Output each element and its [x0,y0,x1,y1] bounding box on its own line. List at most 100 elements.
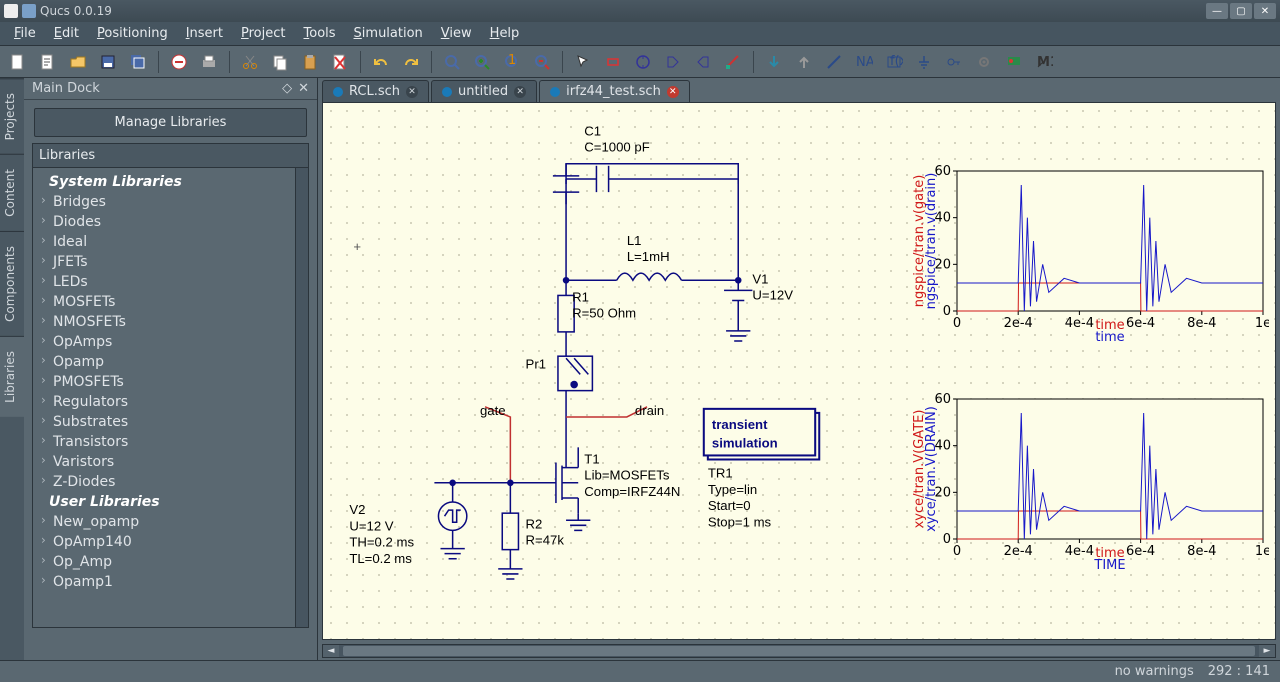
lib-item[interactable]: Z-Diodes [35,472,306,492]
lib-item[interactable]: Opamp [35,352,306,372]
libraries-tree[interactable]: System LibrariesBridgesDiodesIdealJFETsL… [32,168,309,628]
lib-item[interactable]: Varistors [35,452,306,472]
menu-insert[interactable]: Insert [178,24,231,43]
menu-help[interactable]: Help [482,24,528,43]
undo-icon[interactable] [369,50,393,74]
arrow-up-icon[interactable] [792,50,816,74]
tab-close-icon[interactable]: ✕ [406,86,418,98]
tab-label: untitled [458,84,508,99]
side-tab-components[interactable]: Components [0,231,24,336]
remove-icon[interactable] [328,50,352,74]
lib-item[interactable]: Regulators [35,392,306,412]
dock-close-icon[interactable]: ✕ [298,81,309,96]
lib-item[interactable]: Bridges [35,192,306,212]
svg-text:0: 0 [943,304,951,319]
select-icon[interactable] [571,50,595,74]
zoom-fit-icon[interactable] [440,50,464,74]
tab-close-icon[interactable]: ✕ [514,86,526,98]
document-tabs: RCL.sch✕untitled✕irfz44_test.sch✕ [318,78,1280,102]
window-minimize[interactable]: — [1206,3,1228,19]
tab-close-icon[interactable]: ✕ [667,86,679,98]
lib-item[interactable]: Diodes [35,212,306,232]
name-icon[interactable]: NAME [852,50,876,74]
svg-text:simulation: simulation [712,435,778,450]
menu-view[interactable]: View [433,24,480,43]
svg-text:V2: V2 [349,502,365,517]
svg-text:0: 0 [943,532,951,547]
svg-text:U=12 V: U=12 V [349,518,393,533]
zoom-in-icon[interactable] [470,50,494,74]
open-icon[interactable] [66,50,90,74]
zoom-1-icon[interactable]: 1 [500,50,524,74]
gnd-icon[interactable] [912,50,936,74]
sim-box-icon[interactable]: f(x) [882,50,906,74]
menu-positioning[interactable]: Positioning [89,24,176,43]
horizontal-scrollbar[interactable]: ◄ ► [322,644,1276,658]
lib-item[interactable]: JFETs [35,252,306,272]
port2-icon[interactable] [691,50,715,74]
save-all-icon[interactable] [126,50,150,74]
tab-irfz44_test-sch[interactable]: irfz44_test.sch✕ [539,80,690,102]
marker-icon[interactable]: M1 [1032,50,1056,74]
menu-edit[interactable]: Edit [46,24,87,43]
window-close[interactable]: ✕ [1254,3,1276,19]
menu-tools[interactable]: Tools [296,24,344,43]
line-icon[interactable] [822,50,846,74]
redo-icon[interactable] [399,50,423,74]
print-icon[interactable] [197,50,221,74]
window-maximize[interactable]: ▢ [1230,3,1252,19]
zoom-out-icon[interactable] [530,50,554,74]
svg-text:time: time [1095,318,1124,333]
gear-icon[interactable] [972,50,996,74]
menu-project[interactable]: Project [233,24,294,43]
menu-simulation[interactable]: Simulation [346,24,431,43]
dock-float-icon[interactable]: ◇ [282,81,292,96]
editor-area: RCL.sch✕untitled✕irfz44_test.sch✕ [318,78,1280,660]
side-tab-content[interactable]: Content [0,154,24,231]
manage-libraries-button[interactable]: Manage Libraries [34,108,307,137]
menu-file[interactable]: File [6,24,44,43]
side-tab-libraries[interactable]: Libraries [0,336,24,417]
app-icon [4,4,18,18]
new-file-icon[interactable] [6,50,30,74]
paste-icon[interactable] [298,50,322,74]
scroll-left-icon[interactable]: ◄ [323,645,339,657]
lib-item[interactable]: OpAmps [35,332,306,352]
scroll-right-icon[interactable]: ► [1259,645,1275,657]
svg-text:Comp=IRFZ44N: Comp=IRFZ44N [584,484,680,499]
lib-item[interactable]: Ideal [35,232,306,252]
tab-RCL-sch[interactable]: RCL.sch✕ [322,80,429,102]
scroll-thumb[interactable] [343,646,1255,656]
key-icon[interactable] [942,50,966,74]
svg-text:T1: T1 [584,452,599,467]
plot-xyce: 020406002e-44e-46e-48e-41exyce/tran.V(GA… [909,393,1269,573]
lib-item[interactable]: Substrates [35,412,306,432]
side-tab-projects[interactable]: Projects [0,78,24,154]
copy-icon[interactable] [268,50,292,74]
new-text-icon[interactable] [36,50,60,74]
flag-icon[interactable] [1002,50,1026,74]
save-icon[interactable] [96,50,120,74]
lib-item[interactable]: LEDs [35,272,306,292]
tab-untitled[interactable]: untitled ✕ [431,80,537,102]
lib-item[interactable]: NMOSFETs [35,312,306,332]
lib-item[interactable]: Op_Amp [35,552,306,572]
window-title: Qucs 0.0.19 [40,4,112,18]
svg-text:transient: transient [712,417,768,432]
wire-icon[interactable] [721,50,745,74]
lib-item[interactable]: New_opamp [35,512,306,532]
lib-item[interactable]: Transistors [35,432,306,452]
ground-rot-icon[interactable] [631,50,655,74]
arrow-down-icon[interactable] [762,50,786,74]
cut-icon[interactable] [238,50,262,74]
resistor-icon[interactable] [601,50,625,74]
port-icon[interactable] [661,50,685,74]
lib-item[interactable]: PMOSFETs [35,372,306,392]
lib-item[interactable]: Opamp1 [35,572,306,592]
schematic-canvas[interactable]: C1 C=1000 pF L1 L=1mH R1 R=50 Ohm V1 U=1… [322,102,1276,640]
delete-icon[interactable] [167,50,191,74]
lib-item[interactable]: OpAmp140 [35,532,306,552]
svg-text:8e-4: 8e-4 [1187,544,1216,559]
lib-item[interactable]: MOSFETs [35,292,306,312]
svg-text:C1: C1 [584,123,601,138]
